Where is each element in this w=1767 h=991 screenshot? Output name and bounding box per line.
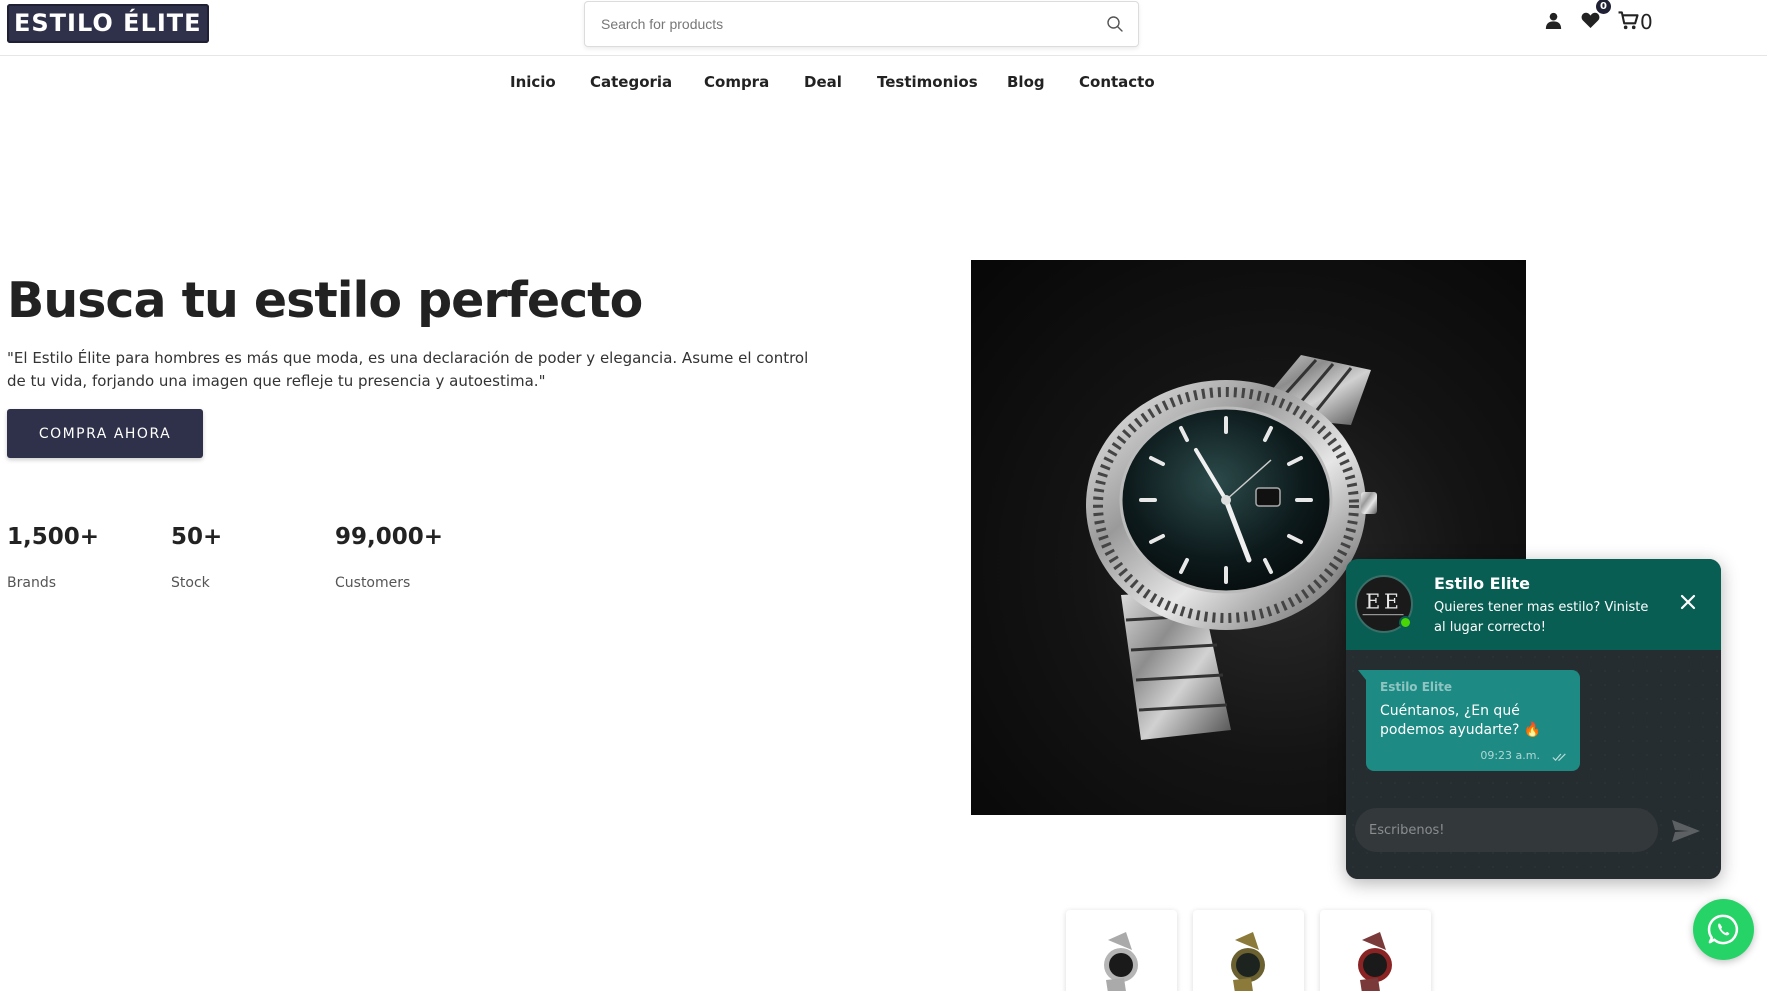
brand-logo[interactable]: ESTILO ÉLITE bbox=[7, 4, 209, 43]
cart-icon[interactable] bbox=[1618, 11, 1639, 30]
nav-compra[interactable]: Compra bbox=[704, 73, 769, 91]
nav-testimonios[interactable]: Testimonios bbox=[877, 73, 978, 91]
chat-avatar: E E bbox=[1355, 575, 1413, 633]
nav-contacto[interactable]: Contacto bbox=[1079, 73, 1155, 91]
chat-subtitle: Quieres tener mas estilo? Viniste al lug… bbox=[1434, 600, 1649, 635]
stat-customers: 99,000+ Customers bbox=[335, 524, 443, 591]
cart-count: 0 bbox=[1640, 10, 1653, 34]
stat-label: Brands bbox=[7, 575, 56, 591]
stat-label: Stock bbox=[171, 575, 210, 591]
thumbnail-silver-watch[interactable] bbox=[1066, 910, 1177, 991]
svg-text:E: E bbox=[1365, 590, 1380, 614]
thumbnail-red-watch[interactable] bbox=[1320, 910, 1431, 991]
buy-now-button[interactable]: COMPRA AHORA bbox=[7, 409, 203, 458]
chat-contact-name: Estilo Elite bbox=[1434, 574, 1531, 593]
heart-icon[interactable] bbox=[1581, 12, 1600, 29]
send-icon[interactable] bbox=[1671, 819, 1701, 843]
chat-message-input[interactable] bbox=[1355, 808, 1658, 852]
message-text: Cuéntanos, ¿En qué podemos ayudarte? 🔥 bbox=[1380, 703, 1542, 738]
thumbnail-gold-watch[interactable] bbox=[1193, 910, 1304, 991]
search-icon[interactable] bbox=[1106, 15, 1124, 33]
nav-blog[interactable]: Blog bbox=[1007, 73, 1045, 91]
stat-label: Customers bbox=[335, 575, 411, 591]
nav-inicio[interactable]: Inicio bbox=[510, 73, 556, 91]
stat-value: 99,000+ bbox=[335, 524, 444, 550]
search-bar bbox=[584, 1, 1139, 47]
chat-header: E E Estilo Elite Quieres tener mas estil… bbox=[1346, 559, 1721, 650]
stat-brands: 1,500+ Brands bbox=[7, 524, 99, 591]
stat-value: 1,500+ bbox=[7, 524, 100, 550]
whatsapp-button[interactable] bbox=[1693, 899, 1754, 960]
close-icon[interactable] bbox=[1677, 591, 1699, 613]
online-status-dot bbox=[1399, 616, 1412, 629]
chat-body: Estilo Elite Cuéntanos, ¿En qué podemos … bbox=[1346, 650, 1721, 879]
nav-categoria[interactable]: Categoria bbox=[590, 73, 672, 91]
message-time: 09:23 a.m. bbox=[1480, 749, 1540, 762]
message-author: Estilo Elite bbox=[1380, 680, 1453, 694]
chat-message: Estilo Elite Cuéntanos, ¿En qué podemos … bbox=[1358, 670, 1580, 771]
svg-text:E: E bbox=[1384, 590, 1399, 614]
wishlist-count-badge: 0 bbox=[1596, 0, 1611, 14]
stat-stock: 50+ Stock bbox=[171, 524, 222, 591]
hero-description: "El Estilo Élite para hombres es más que… bbox=[7, 349, 809, 390]
search-input[interactable] bbox=[601, 2, 1081, 46]
hero-title: Busca tu estilo perfecto bbox=[7, 272, 643, 329]
stat-value: 50+ bbox=[171, 524, 223, 550]
whatsapp-icon bbox=[1707, 914, 1739, 945]
main-nav: Inicio Categoria Compra Deal Testimonios… bbox=[0, 56, 1767, 108]
user-icon[interactable] bbox=[1545, 11, 1562, 30]
read-check-icon bbox=[1552, 753, 1566, 762]
chat-widget: E E Estilo Elite Quieres tener mas estil… bbox=[1346, 559, 1721, 879]
site-header: ESTILO ÉLITE 0 0 bbox=[0, 0, 1767, 56]
nav-deal[interactable]: Deal bbox=[804, 73, 842, 91]
